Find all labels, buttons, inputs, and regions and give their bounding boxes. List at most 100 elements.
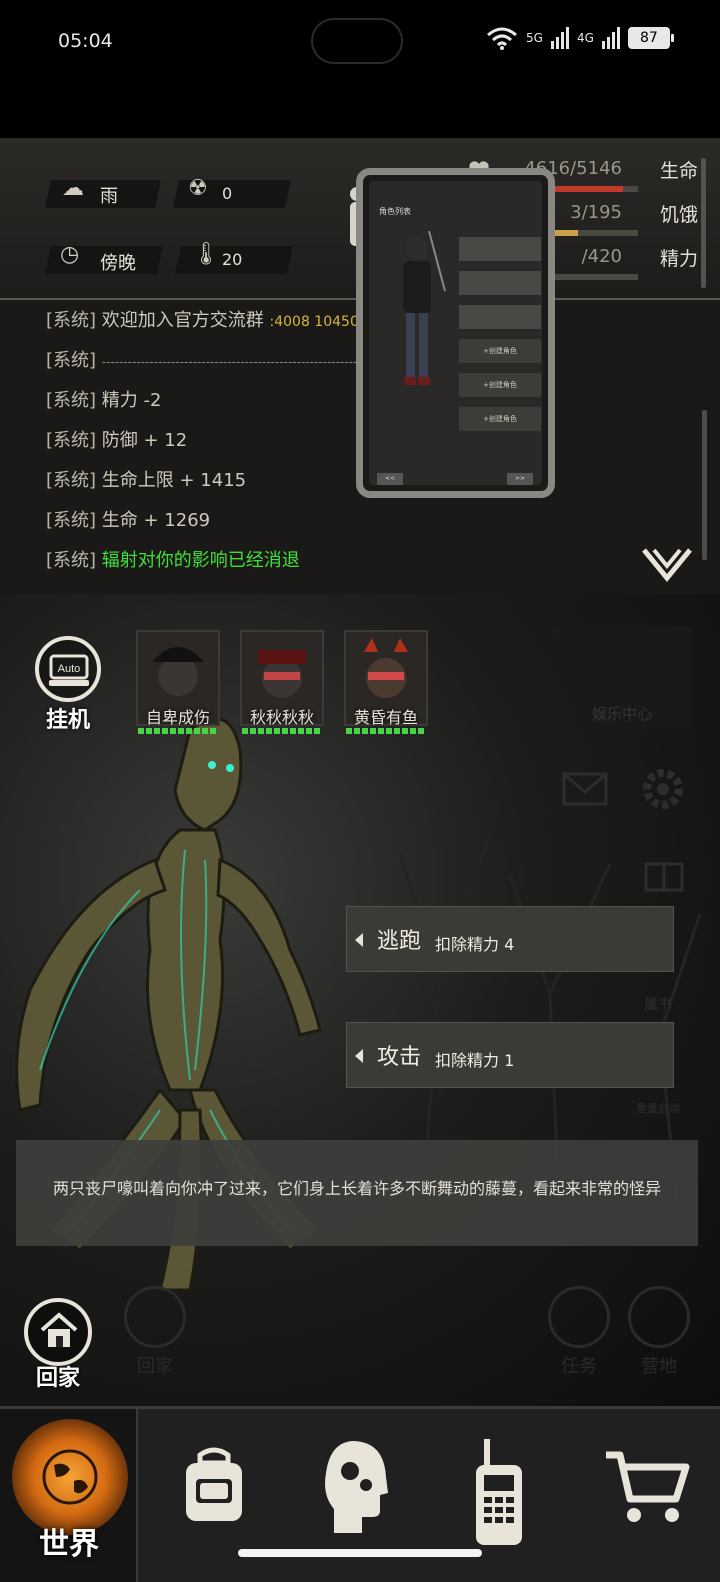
log-tag: [系统] — [46, 390, 97, 411]
character-slot[interactable] — [459, 237, 541, 261]
triangle-left-icon — [355, 933, 363, 947]
clock-icon: ◷ — [60, 242, 80, 267]
nav-shop[interactable] — [572, 1409, 716, 1582]
popup-next-button[interactable]: >> — [507, 473, 533, 485]
radiation-value: 0 — [222, 184, 233, 203]
gift-icon[interactable] — [642, 848, 686, 892]
log-line: [系统] 辐射对你的影响已经消退 — [46, 546, 300, 572]
ghost-label: 回家 — [137, 1356, 173, 1377]
flee-cost: 扣除精力 4 — [435, 935, 515, 954]
auto-label: 挂机 — [45, 708, 90, 733]
party-member[interactable]: 秋秋秋秋 — [240, 630, 328, 740]
log-text: 精力 -2 — [101, 390, 162, 411]
log-extra: :4008 10450 — [269, 314, 359, 330]
log-scrollbar[interactable] — [702, 410, 707, 560]
party-hp-bar — [346, 728, 426, 734]
log-tag: [系统] — [46, 550, 97, 571]
shopping-cart-icon — [606, 1451, 690, 1522]
head-gears-icon — [325, 1441, 388, 1533]
auto-icon: Auto — [35, 636, 101, 702]
log-line: [系统] -----------------------------------… — [46, 346, 357, 372]
narration-box: 两只丧尸嚎叫着向你冲了过来，它们身上长着许多不断舞动的藤蔓，看起来非常的怪异 — [16, 1140, 698, 1246]
battle-scene: Auto 挂机 自卑成伤 秋秋秋秋 黄昏有鱼 娱乐中心 属书 重量启动 逃跑 扣… — [0, 594, 720, 1406]
task-ghost-button: 任务 — [544, 1286, 614, 1377]
weather-label: 雨 — [100, 186, 118, 207]
log-text: 辐射对你的影响已经消退 — [101, 550, 300, 571]
create-character-slot[interactable]: +创建角色 — [459, 339, 541, 363]
create-character-slot[interactable]: +创建角色 — [459, 407, 541, 431]
clipboard-icon — [548, 1286, 610, 1348]
hunger-value: 3/195 — [570, 202, 622, 223]
party-member[interactable]: 自卑成伤 — [136, 630, 224, 740]
flee-label: 逃跑 — [377, 929, 422, 954]
party-member[interactable]: 黄昏有鱼 — [344, 630, 432, 740]
slot-label: +创建角色 — [483, 415, 517, 423]
battery-icon: 87 — [627, 27, 674, 49]
slot-label: +创建角色 — [483, 381, 517, 389]
ghost-label: 营地 — [641, 1356, 677, 1377]
time-of-day-label: 傍晚 — [100, 253, 136, 274]
chevron-down-icon[interactable] — [642, 546, 692, 582]
character-slot[interactable] — [459, 305, 541, 329]
net-label-1: 5G — [526, 31, 543, 45]
party-hp-bar — [138, 728, 218, 734]
log-tag: [系统] — [46, 310, 97, 331]
party-name: 黄昏有鱼 — [353, 708, 418, 727]
rain-cloud-icon: ☁ — [62, 176, 84, 201]
status-icons: 5G 4G 87 — [486, 26, 674, 50]
log-tag: [系统] — [46, 510, 97, 531]
slot-label: +创建角色 — [483, 347, 517, 355]
life-label: 生命 — [659, 160, 698, 182]
nav-world[interactable]: 世界 — [0, 1409, 138, 1582]
log-line: [系统] 防御 + 12 — [46, 426, 187, 452]
gear-icon[interactable] — [638, 764, 688, 814]
party-name: 自卑成伤 — [145, 708, 210, 727]
log-text: 生命 + 1269 — [101, 510, 211, 531]
triangle-left-icon — [355, 1049, 363, 1063]
entertainment-center-label: 娱乐中心 — [591, 705, 652, 723]
signal-icon — [550, 27, 569, 49]
log-line: [系统] 精力 -2 — [46, 386, 161, 412]
party-hp-bar — [242, 728, 322, 734]
party-name: 秋秋秋秋 — [249, 708, 314, 727]
auto-badge: Auto — [58, 663, 81, 675]
log-tag: [系统] — [46, 350, 97, 371]
status-time: 05:04 — [58, 30, 113, 52]
log-line: [系统] 生命上限 + 1415 — [46, 466, 246, 492]
log-line: [系统] 欢迎加入官方交流群 :4008 10450 — [46, 306, 359, 332]
stats-scrollbar[interactable] — [701, 158, 706, 288]
energy-value: /420 — [581, 246, 622, 267]
log-text: 生命上限 + 1415 — [101, 470, 247, 491]
attack-button[interactable]: 攻击 扣除精力 1 — [346, 1022, 674, 1088]
mail-icon[interactable] — [562, 772, 608, 806]
go-home-button[interactable]: 回家 — [20, 1298, 96, 1391]
log-text: ----------------------------------------… — [101, 355, 358, 369]
net-label-2: 4G — [576, 31, 594, 45]
house-icon — [124, 1286, 186, 1348]
character-slot[interactable] — [459, 271, 541, 295]
log-text: 防御 + 12 — [101, 430, 188, 451]
log-tag: [系统] — [46, 470, 97, 491]
character-list-popup[interactable]: 角色列表 +创建角色 +创建角色 +创建角色 << >> — [356, 168, 555, 498]
popup-title: 角色列表 — [379, 207, 411, 216]
backpack-icon — [186, 1447, 242, 1521]
tent-icon — [628, 1286, 690, 1348]
flee-button[interactable]: 逃跑 扣除精力 4 — [346, 906, 674, 972]
camera-notch — [311, 18, 403, 64]
create-character-slot[interactable]: +创建角色 — [459, 373, 541, 397]
temperature-value: 20 — [222, 250, 243, 269]
radiation-icon: ☢ — [188, 176, 208, 201]
narration-text: 两只丧尸嚎叫着向你冲了过来，它们身上长着许多不断舞动的藤蔓，看起来非常的怪异 — [52, 1179, 661, 1198]
house-icon — [24, 1298, 92, 1366]
gesture-home-indicator[interactable] — [238, 1549, 482, 1557]
wifi-icon — [487, 27, 517, 50]
log-tag: [系统] — [46, 430, 97, 451]
popup-prev-button[interactable]: << — [377, 473, 403, 485]
auto-battle-button[interactable]: Auto 挂机 — [32, 636, 104, 736]
faded-label: 属书 — [644, 997, 672, 1013]
signal-icon — [601, 27, 620, 49]
entertainment-center-button[interactable]: 娱乐中心 — [552, 626, 692, 730]
faded-label: 重量启动 — [636, 1102, 680, 1115]
thermometer-icon: 🌡 — [192, 242, 220, 267]
character-list-panel: 角色列表 +创建角色 +创建角色 +创建角色 << >> — [369, 181, 542, 485]
